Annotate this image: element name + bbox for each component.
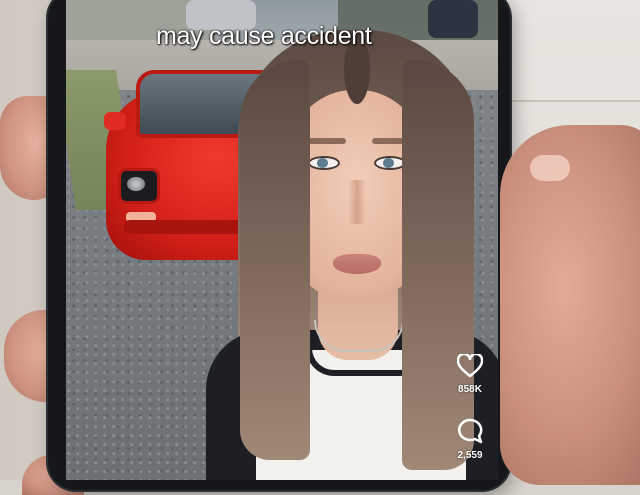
nose <box>348 180 366 224</box>
video-caption: may cause accident <box>156 22 372 50</box>
comment-button[interactable]: 2,559 <box>446 418 494 461</box>
heart-icon <box>457 354 483 378</box>
person <box>206 30 498 480</box>
right-hand <box>500 125 640 485</box>
comment-bubble-icon <box>458 418 483 444</box>
car-headlight-lens <box>127 177 145 191</box>
lips <box>333 254 381 274</box>
comment-count: 2,559 <box>457 450 483 461</box>
like-button[interactable]: 858K <box>446 354 494 395</box>
hair-strands-right <box>402 60 474 470</box>
phone-screen[interactable]: may cause accident 858K 2,559 <box>66 0 498 480</box>
like-count: 858K <box>458 384 482 395</box>
iris <box>383 158 394 168</box>
fingernail <box>530 155 570 181</box>
iris <box>317 158 328 168</box>
car-mirror <box>104 112 126 130</box>
car-headlight <box>118 168 160 204</box>
hair-strands-left <box>240 60 310 460</box>
eye-left <box>308 156 340 170</box>
